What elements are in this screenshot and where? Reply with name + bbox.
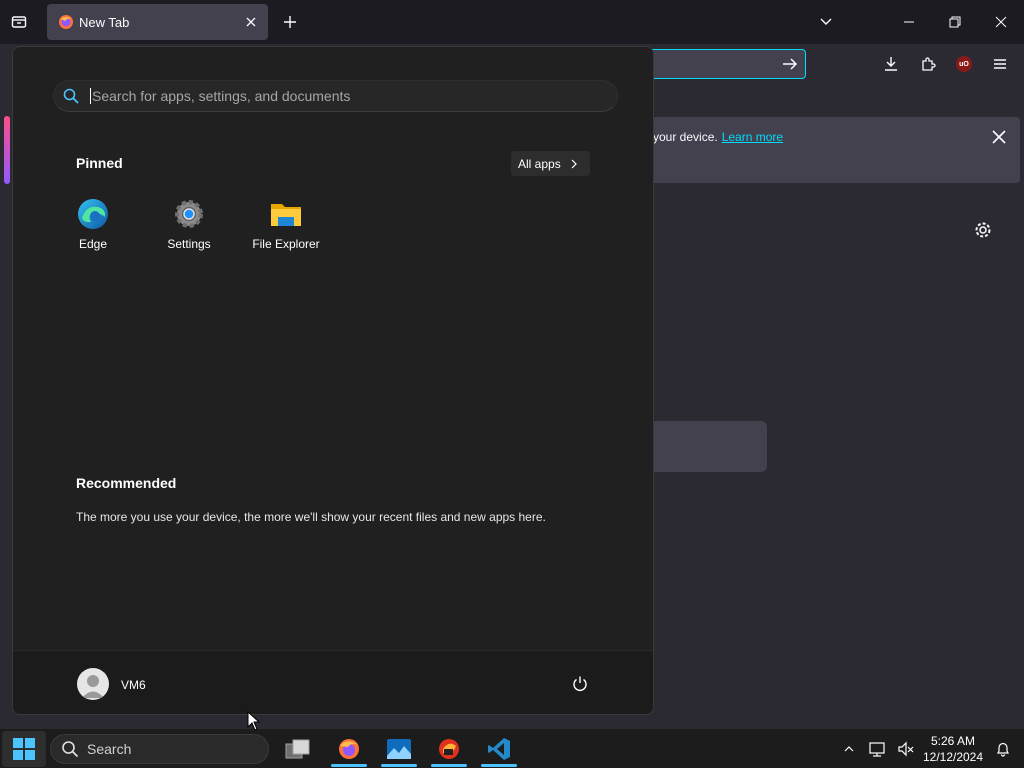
recommended-empty-text: The more you use your device, the more w… [76, 510, 546, 524]
tab-new-tab[interactable]: New Tab [47, 4, 268, 40]
running-indicator [431, 764, 467, 767]
clock-date: 12/12/2024 [922, 750, 984, 764]
notice-text: your device. [653, 130, 718, 144]
firefox-icon[interactable] [329, 733, 369, 767]
start-menu-footer: VM6 [13, 650, 653, 714]
ublock-origin-icon[interactable]: uO [953, 53, 975, 75]
notice-close-icon[interactable] [990, 128, 1008, 146]
vscode-icon[interactable] [479, 733, 519, 767]
newtab-settings-gear-icon[interactable] [972, 219, 994, 241]
go-arrow-icon[interactable] [781, 55, 799, 73]
folder-icon [271, 204, 301, 226]
pinned-app-settings[interactable]: Settings [144, 197, 234, 257]
app-label: Edge [78, 237, 108, 251]
show-hidden-icons-chevron-icon[interactable] [839, 739, 859, 759]
thunderbird-icon[interactable] [429, 733, 469, 767]
user-name[interactable]: VM6 [121, 678, 146, 692]
start-menu: Search for apps, settings, and documents… [12, 46, 654, 715]
start-search-placeholder: Search for apps, settings, and documents [92, 88, 351, 104]
restore-icon[interactable] [941, 8, 969, 36]
extensions-puzzle-icon[interactable] [917, 53, 939, 75]
windows-logo-icon [13, 738, 35, 760]
user-avatar-icon[interactable] [77, 668, 109, 700]
url-bar[interactable] [640, 49, 806, 79]
settings-gear-icon [175, 200, 203, 228]
browser-tab-strip: New Tab [0, 0, 1024, 44]
notice-accent-stripe [4, 116, 10, 184]
ublock-label: uO [956, 56, 972, 72]
taskbar-search-label: Search [87, 741, 132, 757]
task-view-icon[interactable] [278, 733, 318, 765]
chevron-right-icon [571, 159, 577, 168]
newtab-search-box[interactable] [640, 421, 767, 472]
search-icon [62, 741, 79, 758]
firefox-view-icon[interactable] [8, 11, 30, 33]
clock-time: 5:26 AM [930, 734, 976, 748]
close-window-icon[interactable] [987, 8, 1015, 36]
pinned-app-edge[interactable]: Edge [48, 197, 138, 257]
running-indicator [481, 764, 517, 767]
taskbar: Search 5:26 AM 12/12/2024 [0, 728, 1024, 768]
notification-bell-icon[interactable] [993, 739, 1013, 759]
app-label: Settings [167, 237, 211, 251]
pinned-title: Pinned [76, 155, 123, 171]
search-icon [63, 88, 79, 104]
mouse-cursor-icon [247, 711, 261, 731]
tab-close-icon[interactable] [240, 11, 262, 33]
start-button[interactable] [2, 731, 46, 767]
taskbar-search-box[interactable]: Search [50, 734, 269, 764]
downloads-icon[interactable] [880, 53, 902, 75]
hamburger-menu-icon[interactable] [989, 53, 1011, 75]
volume-muted-icon[interactable] [896, 739, 916, 759]
tab-title: New Tab [79, 14, 130, 30]
firefox-favicon-icon [59, 15, 73, 29]
all-apps-label: All apps [518, 156, 561, 171]
photos-icon[interactable] [379, 733, 419, 767]
taskbar-clock[interactable]: 5:26 AM 12/12/2024 [920, 733, 986, 765]
network-icon[interactable] [867, 739, 887, 759]
start-search-input[interactable]: Search for apps, settings, and documents [53, 80, 618, 112]
notification-banner: your device. Learn more [640, 117, 1020, 183]
minimize-icon[interactable] [895, 8, 923, 36]
pinned-app-file-explorer[interactable]: File Explorer [241, 197, 331, 257]
running-indicator [331, 764, 367, 767]
running-indicator [381, 764, 417, 767]
recommended-title: Recommended [76, 475, 177, 491]
app-label: File Explorer [252, 237, 320, 251]
power-icon[interactable] [571, 675, 589, 693]
all-apps-button[interactable]: All apps [511, 151, 590, 176]
learn-more-link[interactable]: Learn more [722, 130, 783, 144]
text-caret [90, 88, 91, 104]
new-tab-plus-icon[interactable] [279, 11, 301, 33]
edge-icon [78, 199, 108, 229]
list-all-tabs-chevron-icon[interactable] [812, 8, 840, 36]
